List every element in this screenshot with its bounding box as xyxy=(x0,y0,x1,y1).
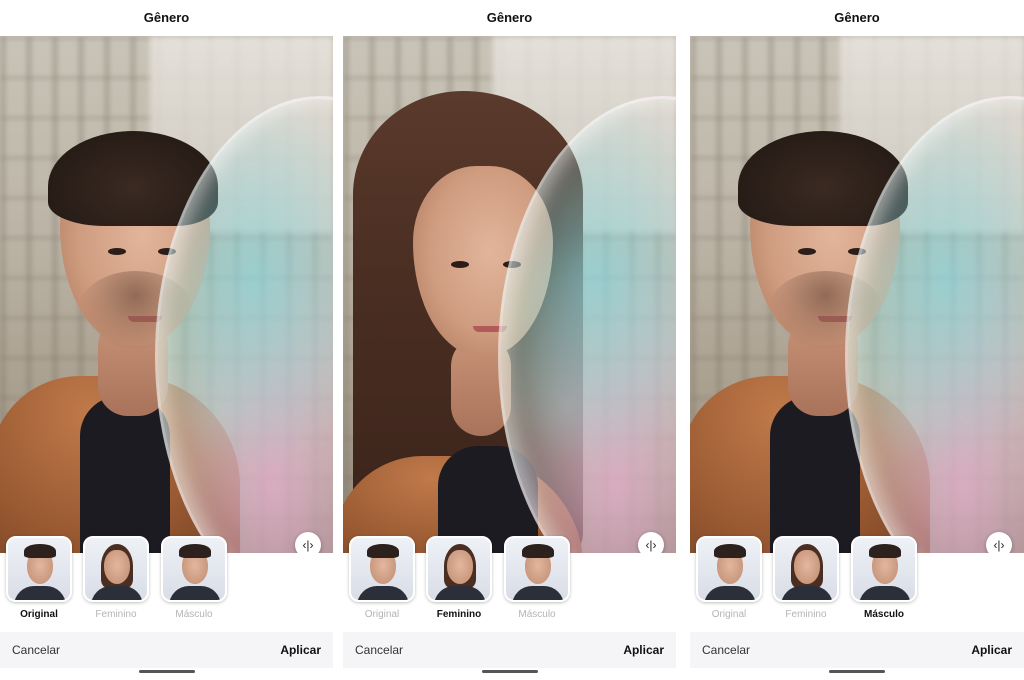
thumbnail-masculo xyxy=(161,536,227,602)
action-bar: Cancelar Aplicar xyxy=(0,632,333,668)
thumbnail-masculo xyxy=(851,536,917,602)
person-shirt xyxy=(770,396,860,553)
option-label: Original xyxy=(711,609,747,620)
option-label: Feminino xyxy=(436,609,482,620)
thumbnail-original xyxy=(696,536,762,602)
action-bar: Cancelar Aplicar xyxy=(690,632,1024,668)
home-indicator[interactable] xyxy=(481,670,538,673)
page-title: Gênero xyxy=(486,10,533,25)
option-masculo[interactable]: Másculo xyxy=(851,536,917,620)
preview-photo: ‹|› xyxy=(690,36,1024,553)
apply-button[interactable]: Aplicar xyxy=(623,643,664,657)
cancel-button[interactable]: Cancelar xyxy=(355,643,403,657)
option-label: Másculo xyxy=(863,609,904,620)
home-indicator[interactable] xyxy=(138,670,195,673)
person-eye-left xyxy=(451,261,469,268)
option-label: Feminino xyxy=(95,609,137,620)
option-masculo[interactable]: Másculo xyxy=(504,536,570,620)
home-indicator[interactable] xyxy=(829,670,885,673)
person-eye-left xyxy=(798,248,816,255)
filter-options: Original Feminino Másculo xyxy=(343,536,676,626)
option-label: Feminino xyxy=(785,609,827,620)
option-feminino[interactable]: Feminino xyxy=(773,536,839,620)
person-shirt xyxy=(80,396,170,553)
screen-original: Gênero ‹|› Original Feminino Másculo Can… xyxy=(0,0,333,680)
apply-button[interactable]: Aplicar xyxy=(280,643,321,657)
page-title: Gênero xyxy=(834,10,880,25)
option-masculo[interactable]: Másculo xyxy=(161,536,227,620)
filter-options: Original Feminino Másculo xyxy=(0,536,333,626)
apply-button[interactable]: Aplicar xyxy=(971,643,1012,657)
option-label: Másculo xyxy=(518,609,556,620)
option-feminino[interactable]: Feminino xyxy=(83,536,149,620)
thumbnail-feminino xyxy=(773,536,839,602)
thumbnail-masculo xyxy=(504,536,570,602)
thumbnail-original xyxy=(6,536,72,602)
preview-photo: ‹|› xyxy=(343,36,676,553)
option-original[interactable]: Original xyxy=(696,536,762,620)
screen-masculo: Gênero ‹|› Original Feminino Másculo Can… xyxy=(690,0,1024,680)
filter-options: Original Feminino Másculo xyxy=(690,536,1024,626)
page-title: Gênero xyxy=(143,10,190,25)
screen-feminino: Gênero ‹|› Original Feminino Másculo Can… xyxy=(343,0,676,680)
person-eye-left xyxy=(108,248,126,255)
preview-photo: ‹|› xyxy=(0,36,333,553)
option-label: Másculo xyxy=(175,609,213,620)
action-bar: Cancelar Aplicar xyxy=(343,632,676,668)
thumbnail-feminino xyxy=(426,536,492,602)
cancel-button[interactable]: Cancelar xyxy=(702,643,750,657)
option-original[interactable]: Original xyxy=(6,536,72,620)
thumbnail-original xyxy=(349,536,415,602)
screens-container: Gênero ‹|› Original Feminino Másculo Can… xyxy=(0,0,1024,680)
thumbnail-feminino xyxy=(83,536,149,602)
option-original[interactable]: Original xyxy=(349,536,415,620)
option-label: Original xyxy=(20,609,58,620)
cancel-button[interactable]: Cancelar xyxy=(12,643,60,657)
option-feminino[interactable]: Feminino xyxy=(426,536,492,620)
option-label: Original xyxy=(364,609,400,620)
